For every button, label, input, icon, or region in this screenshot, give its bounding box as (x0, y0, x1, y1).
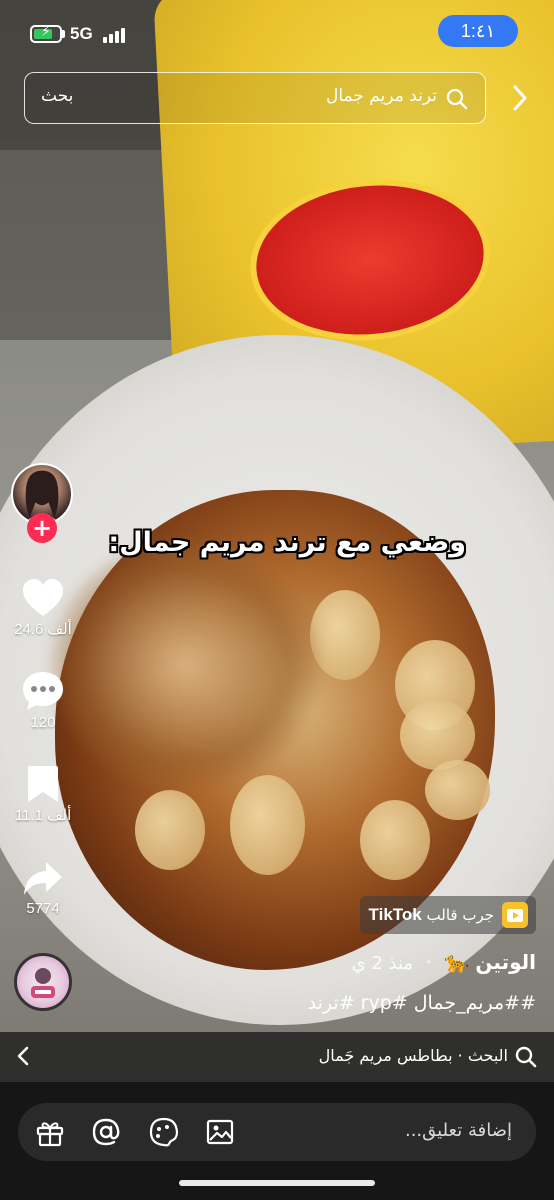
search-bar[interactable]: بحث ترند مريم جمال (24, 72, 486, 124)
chip-piece (400, 700, 475, 770)
author-emoji: 🐆 (444, 950, 470, 974)
like-count: 24.6 ألف (14, 621, 72, 638)
chevron-left-icon[interactable] (14, 1042, 32, 1070)
signal-icon (103, 27, 127, 43)
charging-bolt-icon: ⚡ (41, 24, 51, 40)
search-input[interactable]: ترند مريم جمال (326, 86, 437, 106)
gift-icon[interactable] (34, 1116, 66, 1148)
related-search-bar[interactable]: البحث · بطاطس مريم جَمال (0, 1032, 554, 1082)
search-submit-button[interactable]: بحث (41, 86, 73, 106)
chip-piece (425, 760, 490, 820)
save-button[interactable]: 11.1 ألف (8, 764, 78, 824)
fork-blur-image (50, 540, 320, 790)
status-time[interactable]: 1:٤١ (438, 15, 518, 47)
author-separator: · (425, 950, 432, 974)
follow-plus-button[interactable]: + (27, 513, 57, 543)
chip-piece (360, 800, 430, 880)
chip-piece (230, 775, 305, 875)
home-indicator (179, 1180, 375, 1186)
share-icon (24, 862, 62, 895)
author-name[interactable]: الوتين (475, 950, 536, 974)
emoji-icon[interactable] (148, 1116, 180, 1148)
music-disc-icon[interactable] (14, 953, 72, 1011)
battery-nub (62, 30, 65, 38)
comment-placeholder: إضافة تعليق... (404, 1120, 512, 1141)
author-line[interactable]: الوتين 🐆 · منذ 2 ي (352, 950, 536, 974)
chip-piece (310, 590, 380, 680)
back-chevron-icon[interactable] (506, 80, 534, 116)
post-time: منذ 2 ي (351, 953, 414, 974)
hashtags[interactable]: ##مريم_جمال #ryp #ترند (308, 992, 536, 1014)
related-search-label: البحث (467, 1046, 508, 1065)
comment-area: إضافة تعليق... (0, 1082, 554, 1200)
battery-icon: ⚡ (30, 24, 62, 43)
network-label: 5G (70, 24, 93, 43)
status-bar: ⚡ 5G 1:٤١ (0, 0, 554, 62)
template-badge[interactable]: جرب قالب TikTok (360, 896, 536, 934)
share-button[interactable]: 5774 (8, 860, 78, 917)
search-icon (446, 88, 468, 110)
search-icon (515, 1046, 537, 1068)
image-icon[interactable] (204, 1116, 236, 1148)
comment-icon (23, 672, 63, 710)
related-search-query: بطاطس مريم جَمال (318, 1046, 453, 1065)
template-icon (502, 902, 528, 928)
comment-input[interactable]: إضافة تعليق... (18, 1103, 536, 1161)
share-count: 5774 (26, 900, 60, 917)
chip-piece (135, 790, 205, 870)
video-caption-overlay: وضعي مع ترند مريم جمال: (108, 527, 466, 558)
comment-button[interactable]: 120 (8, 670, 78, 731)
like-button[interactable]: 24.6 ألف (8, 578, 78, 638)
bookmark-icon (28, 766, 58, 802)
template-badge-label: جرب قالب TikTok (368, 905, 494, 924)
heart-icon (23, 579, 63, 616)
comment-count: 120 (30, 714, 56, 731)
save-count: 11.1 ألف (14, 807, 72, 824)
related-search-separator: · (457, 1046, 463, 1065)
related-search-text[interactable]: البحث · بطاطس مريم جَمال (319, 1046, 508, 1065)
mention-icon[interactable] (90, 1116, 122, 1148)
